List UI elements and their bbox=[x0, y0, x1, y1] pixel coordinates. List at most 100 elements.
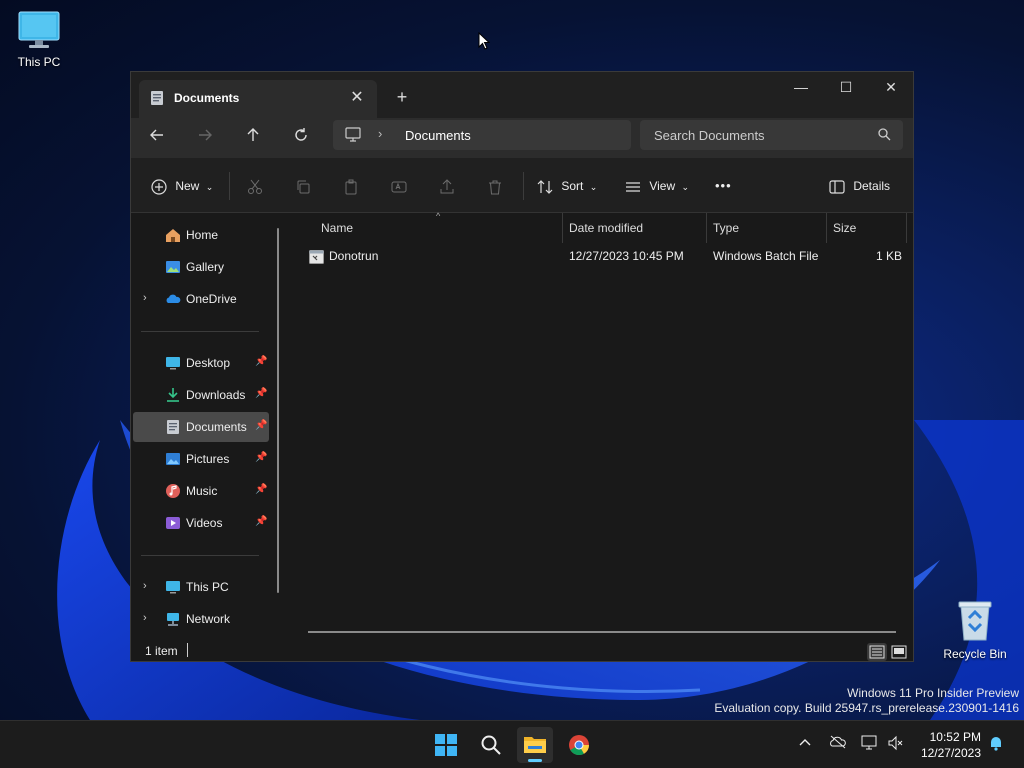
up-button[interactable] bbox=[237, 124, 269, 152]
recycle-bin-icon bbox=[958, 601, 992, 641]
file-explorer-taskbar-button[interactable] bbox=[517, 727, 553, 763]
show-hidden-icons-button[interactable] bbox=[798, 735, 812, 750]
item-count: 1 item bbox=[145, 644, 178, 658]
tiles-view-button[interactable] bbox=[889, 643, 909, 661]
sort-icon bbox=[537, 179, 553, 194]
column-divider[interactable] bbox=[826, 213, 827, 243]
pin-icon: 📌 bbox=[255, 356, 268, 367]
tab-documents[interactable]: Documents ✕ bbox=[139, 80, 377, 118]
sidebar-item-this-pc[interactable]: › This PC bbox=[133, 572, 269, 602]
minimize-button[interactable]: — bbox=[778, 72, 824, 102]
new-tab-button[interactable]: + bbox=[389, 84, 415, 110]
copy-button[interactable] bbox=[295, 172, 311, 200]
column-divider[interactable] bbox=[706, 213, 707, 243]
home-icon bbox=[166, 229, 180, 242]
sidebar-item-network[interactable]: › Network bbox=[133, 604, 269, 634]
download-icon bbox=[167, 388, 179, 402]
sidebar-item-label: OneDrive bbox=[186, 292, 237, 306]
sidebar-scrollbar[interactable] bbox=[277, 228, 279, 593]
more-options-button[interactable]: ••• bbox=[715, 172, 732, 200]
start-button[interactable] bbox=[428, 727, 464, 763]
paste-button[interactable] bbox=[343, 172, 359, 200]
sidebar-item-label: Music bbox=[186, 484, 218, 498]
sort-label: Sort bbox=[561, 179, 584, 193]
horizontal-scrollbar[interactable] bbox=[308, 631, 896, 633]
onedrive-tray-button[interactable] bbox=[829, 735, 847, 752]
taskbar: 10:52 PM 12/27/2023 bbox=[0, 720, 1024, 768]
sidebar-item-home[interactable]: Home bbox=[133, 220, 269, 250]
forward-button[interactable] bbox=[189, 124, 221, 152]
search-input[interactable] bbox=[640, 120, 870, 150]
sort-button[interactable]: Sort ⌄ bbox=[537, 172, 597, 200]
chevron-down-icon: ⌄ bbox=[589, 182, 598, 192]
chevron-right-icon[interactable]: › bbox=[143, 292, 147, 304]
search-icon bbox=[481, 735, 501, 755]
windows-logo-icon bbox=[435, 734, 457, 756]
search-box[interactable] bbox=[640, 120, 903, 150]
breadcrumb-documents[interactable]: Documents bbox=[405, 128, 471, 143]
chevron-right-icon[interactable]: › bbox=[143, 580, 147, 592]
details-view-button[interactable] bbox=[867, 643, 887, 661]
column-header-date-modified[interactable]: Date modified bbox=[569, 213, 643, 243]
desktop-icon-this-pc[interactable]: This PC bbox=[4, 10, 74, 69]
column-header-name[interactable]: Name bbox=[321, 213, 353, 243]
batch-file-icon bbox=[309, 250, 324, 264]
sidebar-item-videos[interactable]: Videos 📌 bbox=[133, 508, 269, 538]
gallery-icon bbox=[166, 261, 180, 273]
command-bar: New ⌄ Sort ⌄ View ⌄ ••• Details bbox=[131, 158, 913, 213]
notifications-button[interactable] bbox=[988, 735, 1004, 754]
delete-button[interactable] bbox=[487, 172, 503, 200]
volume-tray-button[interactable] bbox=[887, 735, 903, 754]
network-tray-button[interactable] bbox=[861, 735, 879, 754]
view-button[interactable]: View ⌄ bbox=[625, 172, 689, 200]
clock[interactable]: 10:52 PM 12/27/2023 bbox=[905, 729, 981, 761]
sidebar-item-onedrive[interactable]: › OneDrive bbox=[133, 284, 269, 314]
chevron-down-icon: ⌄ bbox=[205, 182, 214, 192]
desktop-icon-recycle-bin[interactable]: Recycle Bin bbox=[940, 598, 1010, 661]
file-date-modified: 12/27/2023 10:45 PM bbox=[569, 249, 684, 263]
close-window-button[interactable]: ✕ bbox=[868, 72, 914, 102]
cut-button[interactable] bbox=[247, 172, 263, 200]
arrow-up-icon bbox=[247, 128, 259, 141]
monitor-icon bbox=[18, 11, 60, 48]
pin-icon: 📌 bbox=[255, 516, 268, 527]
search-taskbar-button[interactable] bbox=[473, 727, 509, 763]
share-button[interactable] bbox=[439, 172, 455, 200]
title-bar[interactable]: Documents ✕ + — ☐ ✕ bbox=[131, 72, 913, 118]
sidebar-item-music[interactable]: Music 📌 bbox=[133, 476, 269, 506]
sidebar-item-downloads[interactable]: Downloads 📌 bbox=[133, 380, 269, 410]
sidebar-item-label: Pictures bbox=[186, 452, 230, 466]
pictures-icon bbox=[166, 453, 180, 465]
table-row[interactable]: Donotrun 12/27/2023 10:45 PM Windows Bat… bbox=[303, 245, 905, 269]
new-button[interactable]: New ⌄ bbox=[151, 172, 213, 200]
rename-button[interactable] bbox=[391, 172, 407, 200]
maximize-button[interactable]: ☐ bbox=[823, 72, 869, 102]
sidebar-item-gallery[interactable]: Gallery bbox=[133, 252, 269, 282]
chrome-taskbar-button[interactable] bbox=[561, 727, 597, 763]
column-divider[interactable] bbox=[562, 213, 563, 243]
close-tab-button[interactable]: ✕ bbox=[345, 86, 369, 110]
sidebar-item-label: Network bbox=[186, 612, 231, 626]
cloud-offline-icon bbox=[830, 735, 846, 749]
address-bar[interactable]: › Documents bbox=[333, 120, 631, 150]
column-header-type[interactable]: Type bbox=[713, 213, 739, 243]
document-folder-icon bbox=[151, 91, 163, 105]
arrow-left-icon bbox=[150, 129, 163, 141]
details-pane-button[interactable]: Details bbox=[829, 172, 890, 200]
column-divider[interactable] bbox=[906, 213, 907, 243]
this-pc-icon bbox=[166, 581, 180, 594]
watermark-build: Evaluation copy. Build 25947.rs_prerelea… bbox=[714, 701, 1019, 715]
refresh-button[interactable] bbox=[285, 124, 317, 152]
column-header-size[interactable]: Size bbox=[833, 213, 856, 243]
sidebar-item-pictures[interactable]: Pictures 📌 bbox=[133, 444, 269, 474]
sidebar-item-desktop[interactable]: Desktop 📌 bbox=[133, 348, 269, 378]
sort-ascending-icon: ^ bbox=[436, 211, 441, 221]
sidebar-item-documents[interactable]: Documents 📌 bbox=[133, 412, 269, 442]
chevron-right-icon[interactable]: › bbox=[143, 612, 147, 624]
address-toolbar: › Documents bbox=[131, 118, 913, 158]
view-list-icon bbox=[626, 182, 640, 192]
file-size: 1 KB bbox=[876, 249, 903, 263]
back-button[interactable] bbox=[141, 124, 173, 152]
file-type: Windows Batch File bbox=[713, 249, 819, 263]
chevron-down-icon: ⌄ bbox=[681, 182, 690, 192]
